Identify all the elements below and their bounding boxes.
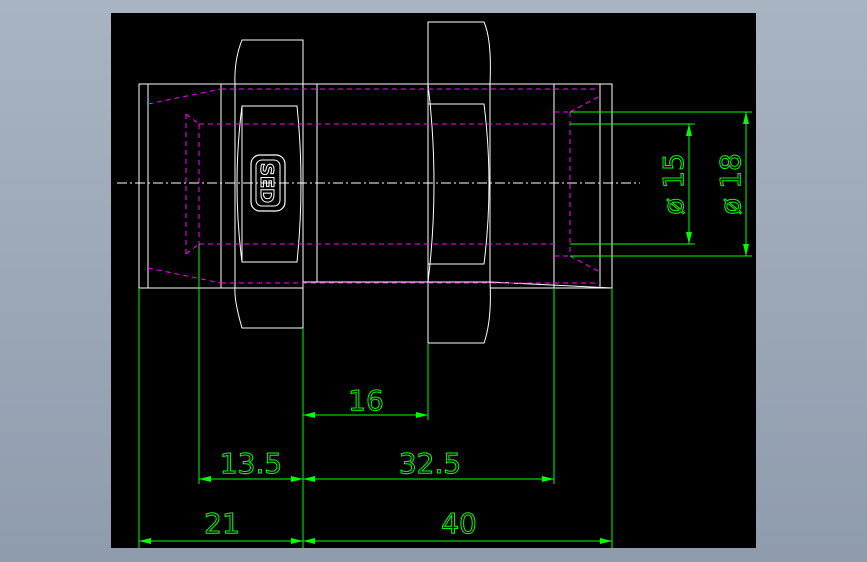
sed-logo-icon: SED <box>250 154 286 212</box>
dim-label-dia-18: ø 18 <box>714 153 747 215</box>
dim-label-13-5: 13.5 <box>220 447 282 480</box>
dim-label-16: 16 <box>348 384 384 417</box>
dim-label-21: 21 <box>204 507 240 540</box>
dim-label-dia-15: ø 15 <box>657 153 690 215</box>
logo-text: SED <box>256 163 277 203</box>
right-hex-face <box>428 103 490 265</box>
hidden-lines <box>147 88 601 284</box>
right-thread-body <box>489 83 613 289</box>
dim-label-32-5: 32.5 <box>399 447 461 480</box>
cad-drawing: SED 16 13.5 32.5 21 40 ø 15 ø 18 <box>117 21 752 548</box>
dim-label-40: 40 <box>441 507 477 540</box>
